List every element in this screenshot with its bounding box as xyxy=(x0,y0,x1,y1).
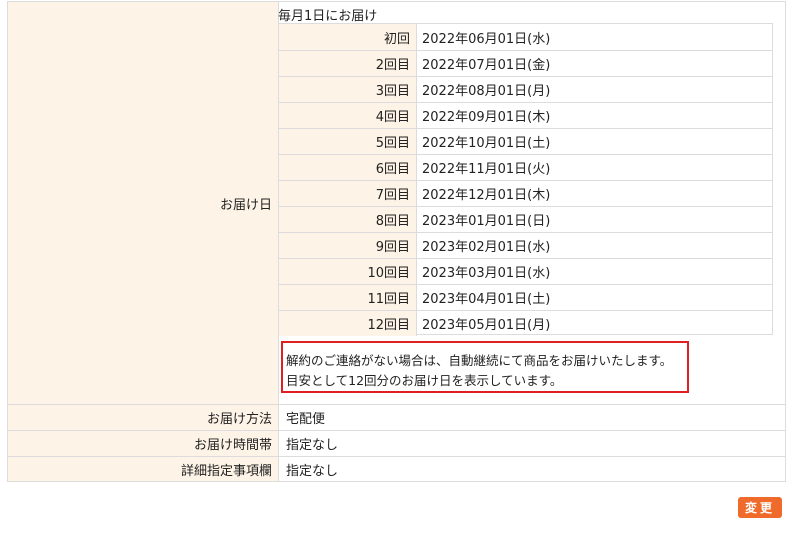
schedule-row-label: 7回目 xyxy=(279,181,417,206)
schedule-row: 10回目 2023年03月01日(水) xyxy=(279,258,772,284)
schedule-row-label: 9回目 xyxy=(279,233,417,258)
schedule-row: 11回目 2023年04月01日(土) xyxy=(279,284,772,310)
delivery-method-label: お届け方法 xyxy=(8,405,279,430)
schedule-row-label: 6回目 xyxy=(279,155,417,180)
delivery-time-label-text: お届け時間帯 xyxy=(193,438,272,453)
schedule-row-label: 10回目 xyxy=(279,259,417,284)
schedule-row-date: 2023年05月01日(月) xyxy=(422,318,551,333)
schedule-row-label: 12回目 xyxy=(279,311,417,336)
schedule-row-date: 2022年07月01日(金) xyxy=(422,58,551,73)
schedule-row: 7回目 2022年12月01日(木) xyxy=(279,180,772,206)
schedule-row: 12回目 2023年05月01日(月) xyxy=(279,310,772,336)
schedule-row-date: 2022年12月01日(木) xyxy=(422,188,551,203)
schedule-row: 初回 2022年06月01日(水) xyxy=(279,24,772,50)
details-label: 詳細指定事項欄 xyxy=(8,457,279,481)
schedule-row-date: 2022年06月01日(水) xyxy=(422,31,551,47)
schedule-row: 6回目 2022年11月01日(火) xyxy=(279,154,772,180)
change-button[interactable]: 変更 xyxy=(738,497,782,518)
schedule-row-date: 2022年09月01日(木) xyxy=(422,110,551,125)
delivery-date-label-text: お届け日 xyxy=(219,197,272,213)
schedule-row: 9回目 2023年02月01日(水) xyxy=(279,232,772,258)
delivery-time-label: お届け時間帯 xyxy=(8,431,279,456)
notice-line-1: 解約のご連絡がない場合は、自動継続にて商品をお届けいたします。 xyxy=(286,353,673,368)
details-label-text: 詳細指定事項欄 xyxy=(180,463,272,479)
schedule-row-label: 2回目 xyxy=(279,51,417,76)
delivery-method-value: 宅配便 xyxy=(279,405,785,430)
schedule-row-label: 3回目 xyxy=(279,77,417,102)
schedule-row-date: 2023年04月01日(土) xyxy=(422,292,551,307)
schedule-row-label: 5回目 xyxy=(279,129,417,154)
notice-line-2: 目安として12回分のお届け日を表示しています。 xyxy=(286,373,563,388)
delivery-date-label: お届け日 xyxy=(8,2,279,404)
schedule-row-date: 2023年02月01日(水) xyxy=(422,240,551,255)
details-value-text: 指定なし xyxy=(286,463,339,479)
delivery-method-label-text: お届け方法 xyxy=(206,412,272,427)
schedule-row-date: 2022年10月01日(土) xyxy=(422,136,551,151)
details-value: 指定なし xyxy=(279,457,785,481)
schedule-row: 3回目 2022年08月01日(月) xyxy=(279,76,772,102)
schedule-row-date: 2022年08月01日(月) xyxy=(422,84,551,99)
schedule-header: 毎月1日にお届け xyxy=(278,9,378,24)
delivery-time-value-text: 指定なし xyxy=(286,438,339,453)
schedule-row-label: 初回 xyxy=(279,24,417,50)
auto-renewal-notice: 解約のご連絡がない場合は、自動継続にて商品をお届けいたします。 目安として12回… xyxy=(281,341,689,393)
schedule-row-date: 2023年01月01日(日) xyxy=(422,214,551,229)
schedule-row-date: 2022年11月01日(火) xyxy=(422,162,551,177)
schedule-row: 5回目 2022年10月01日(土) xyxy=(279,128,772,154)
schedule-row: 2回目 2022年07月01日(金) xyxy=(279,50,772,76)
schedule-row: 8回目 2023年01月01日(日) xyxy=(279,206,772,232)
delivery-time-value: 指定なし xyxy=(279,431,785,456)
schedule-row-label: 8回目 xyxy=(279,207,417,232)
delivery-method-value-text: 宅配便 xyxy=(286,412,326,427)
schedule-row-label: 11回目 xyxy=(279,285,417,310)
delivery-schedule-table: 初回 2022年06月01日(水) 2回目 2022年07月01日(金) 3回目 2022… xyxy=(278,23,773,336)
schedule-row-label: 4回目 xyxy=(279,103,417,128)
schedule-row-date: 2023年03月01日(水) xyxy=(422,266,551,281)
schedule-row: 4回目 2022年09月01日(木) xyxy=(279,102,772,128)
